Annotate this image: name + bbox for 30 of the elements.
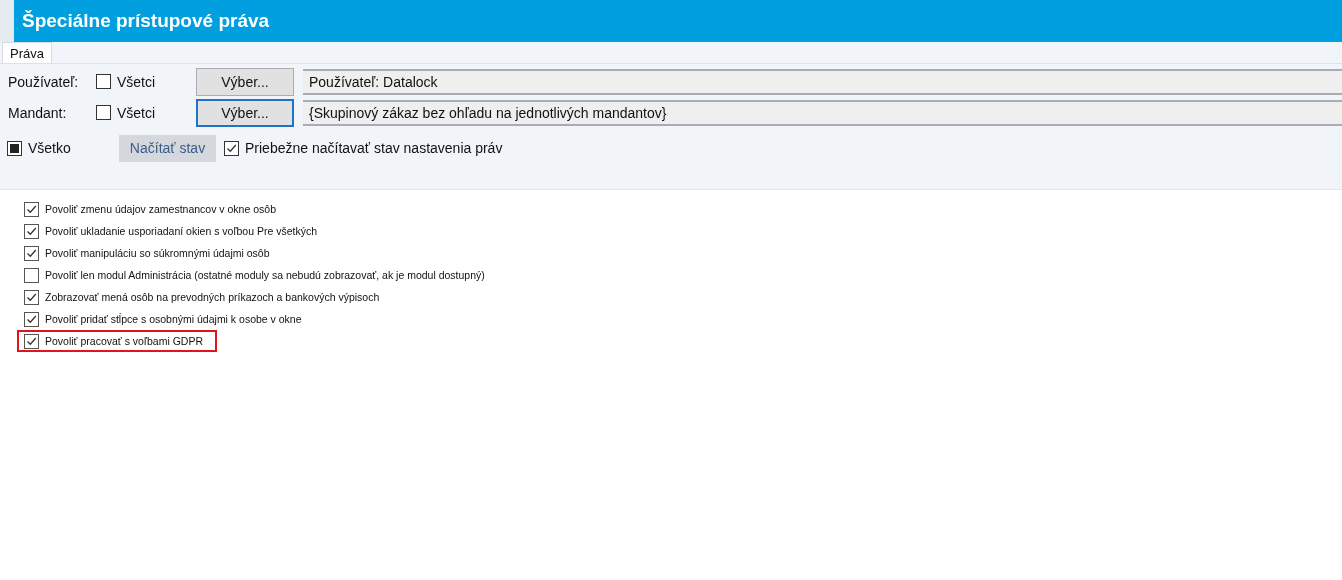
window-title: Špeciálne prístupové práva bbox=[22, 10, 270, 32]
checkbox[interactable] bbox=[24, 223, 39, 239]
checkbox-label: Všetko bbox=[28, 140, 71, 156]
permission-label: Povoliť len modul Administrácia (ostatné moduly sa nebudú zobrazovať, ak je modul dostupný) bbox=[45, 269, 485, 281]
checkbox-label: Priebežne načítavať stav nastavenia práv bbox=[245, 140, 503, 156]
checkbox[interactable] bbox=[24, 245, 39, 261]
checkbox[interactable] bbox=[24, 267, 39, 283]
checkbox[interactable] bbox=[96, 74, 111, 89]
field-label: Mandant: bbox=[7, 104, 68, 121]
value-field: {Skupinový zákaz bez ohľadu na jednotlivých mandantov} bbox=[303, 99, 1342, 126]
select-button[interactable]: Výber... bbox=[196, 67, 294, 96]
permission-label: Povoliť zmenu údajov zamestnancov v okne osôb bbox=[45, 203, 276, 215]
permission-label: Povoliť pridať stĺpce s osobnými údajmi k osobe v okne bbox=[45, 313, 302, 325]
checkbox-label: Všetci bbox=[117, 73, 156, 90]
checkbox[interactable] bbox=[7, 140, 22, 156]
tab[interactable]: Práva bbox=[2, 42, 52, 63]
permission-label: Zobrazovať mená osôb na prevodných príkazoch a bankových výpisoch bbox=[45, 291, 380, 303]
checkbox[interactable] bbox=[24, 289, 39, 305]
checkbox[interactable] bbox=[24, 201, 39, 217]
checkbox[interactable] bbox=[96, 105, 111, 120]
checkbox[interactable] bbox=[24, 333, 39, 349]
checkbox[interactable] bbox=[24, 311, 39, 327]
select-button[interactable]: Výber... bbox=[196, 98, 294, 127]
permission-label: Povoliť pracovať s voľbami GDPR bbox=[45, 335, 203, 347]
permission-label: Povoliť manipuláciu so súkromnými údajmi osôb bbox=[45, 247, 270, 259]
field-label: Používateľ: bbox=[7, 73, 80, 90]
permission-label: Povoliť ukladanie usporiadaní okien s voľbou Pre všetkých bbox=[45, 225, 317, 237]
checkbox[interactable] bbox=[224, 140, 239, 156]
value-field: Používateľ: Datalock bbox=[303, 68, 1342, 95]
checkbox-label: Všetci bbox=[117, 104, 156, 121]
